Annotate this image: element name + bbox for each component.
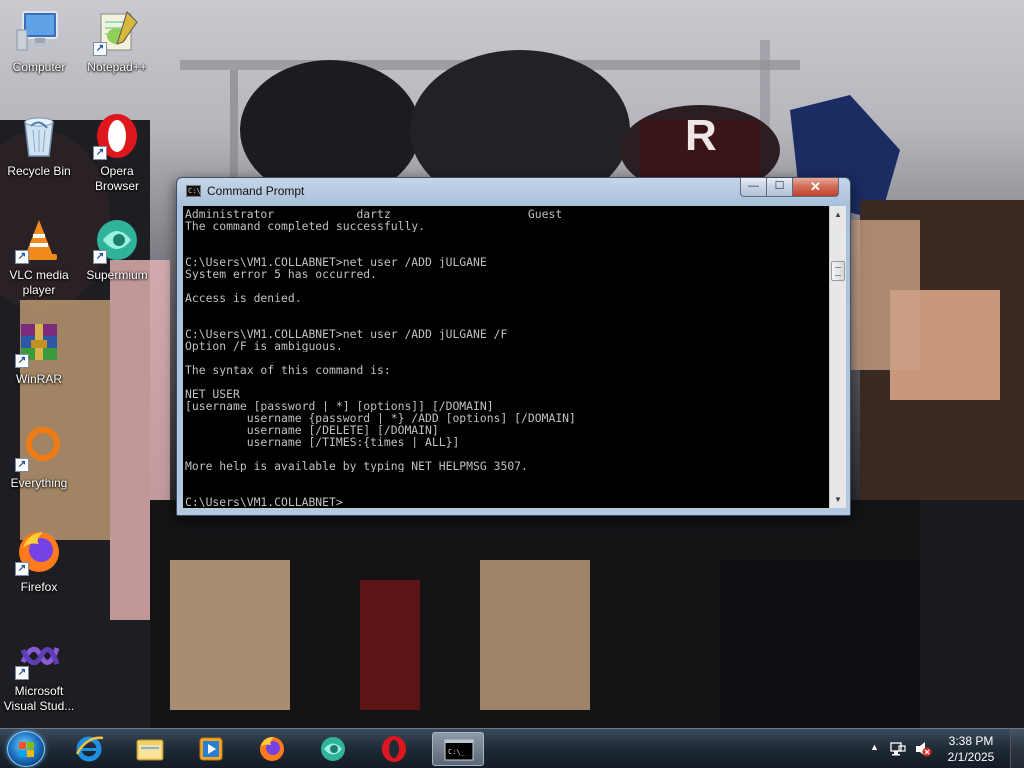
desktop-icon-label: Microsoft Visual Stud... (3, 684, 75, 713)
console-line: More help is available by typing NET HEL… (185, 460, 528, 472)
shortcut-arrow-icon: ↗ (93, 42, 107, 56)
cmd-icon: C:\_ (186, 185, 205, 197)
firefox-icon (260, 737, 284, 761)
clock-date: 2/1/2025 (947, 750, 995, 764)
desktop-icon-computer[interactable]: Computer (0, 8, 78, 75)
shortcut-arrow-icon: ↗ (93, 146, 107, 160)
desktop-icon-label: WinRAR (15, 372, 62, 386)
show-hidden-icons-button[interactable]: ▲ (870, 742, 879, 752)
shortcut-arrow-icon: ↗ (93, 250, 107, 264)
desktop-icon-everything[interactable]: ↗ Everything (0, 424, 78, 491)
console-line: C:\Users\VM1.COLLABNET>net user /ADD jUL… (185, 328, 508, 340)
console-output[interactable]: Administrator dartz Guest The command com… (183, 206, 829, 508)
scroll-down-arrow-icon[interactable]: ▼ (830, 491, 846, 508)
desktop-icon-recycle-bin[interactable]: Recycle Bin (0, 112, 78, 179)
console-line: C:\Users\VM1.COLLABNET>net user /ADD jUL… (185, 256, 487, 268)
desktop-icon-label: Firefox (20, 580, 58, 594)
console-line: username [/DELETE] [/DOMAIN] (185, 424, 439, 436)
shortcut-arrow-icon: ↗ (15, 250, 29, 264)
desktop-icon-label: Supermium (86, 268, 148, 282)
desktop-icon-label: Recycle Bin (7, 164, 71, 178)
desktop-icon-label: VLC media player (9, 268, 69, 297)
window-title: Command Prompt (207, 184, 305, 198)
maximize-button[interactable]: ☐ (766, 178, 793, 197)
desktop-icon-winrar[interactable]: ↗ WinRAR (0, 320, 78, 387)
minimize-button[interactable]: — (740, 178, 767, 197)
console-line: Administrator dartz Guest (185, 208, 563, 220)
window-titlebar[interactable]: C:\_ Command Prompt — ☐ ✕ (177, 178, 850, 205)
computer-icon (16, 11, 58, 51)
scroll-up-arrow-icon[interactable]: ▲ (830, 206, 846, 223)
supermium-icon (321, 737, 345, 761)
console-line: NET USER (185, 388, 240, 400)
desktop-icon-opera[interactable]: ↗ Opera Browser (78, 112, 156, 194)
taskbar-internet-explorer[interactable] (63, 732, 115, 766)
scrollbar-thumb[interactable] (831, 260, 845, 281)
console-line: [username [password | *] [options]] [/DO… (185, 400, 494, 412)
network-icon[interactable] (890, 741, 906, 757)
console-line: C:\Users\VM1.COLLABNET> (185, 496, 343, 508)
desktop-icon-label: Everything (10, 476, 68, 490)
vertical-scrollbar[interactable]: ▲ ▼ (829, 206, 846, 508)
clock-time: 3:38 PM (948, 734, 994, 748)
taskbar-opera[interactable] (368, 732, 420, 766)
show-desktop-button[interactable] (1010, 729, 1024, 768)
taskbar-file-explorer[interactable] (124, 732, 176, 766)
console-line: The syntax of this command is: (185, 364, 391, 376)
media-player-icon (199, 737, 223, 761)
taskbar-firefox[interactable] (246, 732, 298, 766)
console-line: username [/TIMES:{times | ALL}] (185, 436, 460, 448)
taskbar-supermium[interactable] (307, 732, 359, 766)
console-line: The command completed successfully. (185, 220, 426, 232)
opera-icon (382, 736, 406, 762)
desktop-icon-label: Opera Browser (94, 164, 139, 193)
folder-icon (136, 739, 164, 761)
desktop-icon-label: Computer (12, 60, 66, 74)
cmd-icon-text: C:\_ (448, 748, 466, 756)
start-button[interactable] (7, 731, 45, 767)
windows-logo-icon (19, 742, 34, 757)
desktop-icon-firefox[interactable]: ↗ Firefox (0, 528, 78, 595)
shortcut-arrow-icon: ↗ (15, 354, 29, 368)
desktop-icon-visual-studio[interactable]: ↗ Microsoft Visual Stud... (0, 632, 78, 714)
taskbar: C:\_ ▲ 3:38 PM 2/1/2025 (0, 728, 1024, 768)
desktop-icon-supermium[interactable]: ↗ Supermium (78, 216, 156, 283)
desktop-icon-vlc[interactable]: ↗ VLC media player (0, 216, 78, 298)
svg-text:R: R (685, 111, 717, 160)
close-button[interactable]: ✕ (792, 178, 839, 197)
console-line: Access is denied. (185, 292, 302, 304)
console-line: Option /F is ambiguous. (185, 340, 343, 352)
console-line: System error 5 has occurred. (185, 268, 378, 280)
volume-muted-icon[interactable] (914, 741, 932, 757)
command-prompt-window[interactable]: C:\_ Command Prompt — ☐ ✕ Administrator … (176, 177, 851, 516)
system-clock[interactable]: 3:38 PM 2/1/2025 (941, 733, 1001, 765)
recycle-bin-icon (24, 117, 54, 157)
shortcut-arrow-icon: ↗ (15, 458, 29, 472)
ie-icon (75, 736, 104, 762)
console-line: username {password | *} /ADD [options] [… (185, 412, 576, 424)
taskbar-command-prompt[interactable]: C:\_ (432, 732, 484, 766)
cmd-icon: C:\_ (444, 739, 474, 761)
desktop-icon-label: Notepad++ (87, 60, 147, 74)
shortcut-arrow-icon: ↗ (15, 562, 29, 576)
taskbar-media-player[interactable] (185, 732, 237, 766)
desktop-icon-notepadpp[interactable]: ↗ Notepad++ (78, 8, 156, 75)
shortcut-arrow-icon: ↗ (15, 666, 29, 680)
